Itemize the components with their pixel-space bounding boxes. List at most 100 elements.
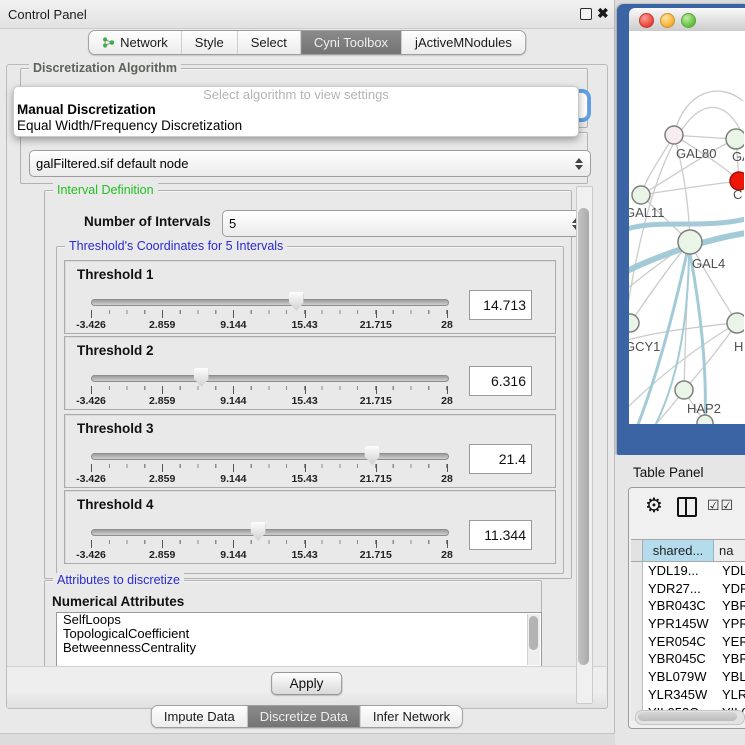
gear-icon[interactable]: ⚙ — [645, 493, 663, 518]
minimize-traffic-light-icon[interactable] — [660, 13, 675, 28]
tab-impute-data[interactable]: Impute Data — [152, 706, 248, 727]
float-window-icon[interactable] — [580, 8, 592, 20]
slider-tick-label: 28 — [441, 473, 453, 485]
network-node[interactable] — [675, 381, 693, 399]
slider-handle[interactable] — [289, 292, 304, 311]
number-of-intervals-combobox[interactable]: 5 — [222, 210, 588, 237]
tab-network-label: Network — [120, 35, 168, 50]
slider-handle[interactable] — [365, 446, 380, 465]
slider-tick-label: -3.426 — [76, 549, 106, 561]
network-window-titlebar — [629, 8, 745, 32]
algorithm-option-equal-width[interactable]: Equal Width/Frequency Discretization — [14, 118, 578, 134]
threshold-value-field[interactable]: 6.316 — [469, 366, 532, 396]
close-traffic-light-icon[interactable] — [639, 13, 654, 28]
thresholds-group-label: Threshold's Coordinates for 5 Intervals — [65, 239, 287, 253]
table-cell-shared-name[interactable]: YPR145W — [643, 615, 718, 633]
south-strip: Apply — [7, 666, 606, 708]
table-cell-name[interactable]: YLR3 — [718, 686, 745, 704]
interval-definition-group-label: Interval Definition — [53, 183, 158, 197]
threshold-value-field[interactable]: 14.713 — [469, 290, 532, 320]
network-node[interactable] — [632, 186, 650, 204]
slider-track[interactable] — [91, 453, 449, 460]
settings-scrollbar-thumb[interactable] — [578, 208, 589, 665]
tab-infer-network[interactable]: Infer Network — [361, 706, 462, 727]
network-node-label: GCY1 — [629, 339, 660, 354]
attribute-item[interactable]: SelfLoops — [57, 613, 541, 627]
table-row[interactable]: YER054C YER0 — [631, 633, 745, 651]
network-node[interactable] — [665, 126, 683, 144]
network-node[interactable] — [727, 313, 744, 333]
table-cell-name[interactable]: YBL0 — [718, 668, 745, 686]
threshold-slider[interactable]: -3.4262.8599.14415.4321.71528 — [91, 297, 447, 331]
close-icon[interactable]: ✖ — [597, 5, 609, 22]
algorithm-dropdown-popup: Select algorithm to view settings Manual… — [13, 86, 579, 137]
threshold-label: Threshold 1 — [77, 267, 154, 282]
apply-button[interactable]: Apply — [271, 672, 343, 695]
table-cell-name[interactable]: YBR0 — [718, 650, 745, 668]
table-data-combobox[interactable]: galFiltered.sif default node — [29, 150, 591, 177]
table-hscrollbar-thumb[interactable] — [638, 712, 737, 721]
tab-network[interactable]: Network — [89, 31, 182, 54]
checkbox-icons[interactable]: ☑☑ — [707, 497, 734, 514]
table-row[interactable]: YDR27... YDR2 — [631, 580, 745, 598]
discretization-algorithm-group-label: Discretization Algorithm — [29, 61, 181, 75]
slider-track[interactable] — [91, 375, 449, 382]
split-view-icon[interactable] — [677, 497, 697, 517]
slider-handle[interactable] — [194, 368, 209, 387]
algorithm-option-manual[interactable]: Manual Discretization — [14, 102, 578, 118]
tab-cyni-toolbox[interactable]: Cyni Toolbox — [301, 31, 402, 54]
attribute-item[interactable]: TopologicalCoefficient — [57, 627, 541, 641]
tab-jactivemnodules[interactable]: jActiveMNodules — [402, 31, 525, 54]
slider-tick-label: 28 — [441, 549, 453, 561]
table-cell-name[interactable]: YER0 — [718, 633, 745, 651]
table-cell-name[interactable]: YDL1 — [718, 562, 745, 580]
network-graph: GAL80GACGAL11GAL4GCY1HHAP2 — [629, 31, 744, 424]
network-node[interactable] — [678, 230, 702, 254]
network-node-label: GAL80 — [676, 146, 716, 161]
table-cell-shared-name[interactable]: YBL079W — [643, 668, 718, 686]
network-canvas[interactable]: GAL80GACGAL11GAL4GCY1HHAP2 — [629, 31, 745, 424]
slider-ticks — [91, 310, 447, 318]
table-header-shared-name[interactable]: shared... — [643, 540, 714, 561]
table-row[interactable]: YPR145W YPR1 — [631, 615, 745, 633]
attributes-scrollbar-thumb[interactable] — [529, 616, 538, 650]
network-icon — [102, 36, 115, 49]
table-cell-name[interactable]: YPR1 — [718, 615, 745, 633]
table-cell-shared-name[interactable]: YBR043C — [643, 597, 718, 615]
attributes-group-label: Attributes to discretize — [53, 573, 184, 587]
network-node[interactable] — [697, 415, 713, 424]
threshold-value-field[interactable]: 21.4 — [469, 444, 532, 474]
table-cell-shared-name[interactable]: YER054C — [643, 633, 718, 651]
threshold-panel: Threshold 1 -3.4262.8599.14415.4321.7152… — [64, 260, 556, 334]
threshold-slider[interactable]: -3.4262.8599.14415.4321.71528 — [91, 527, 447, 561]
table-cell-shared-name[interactable]: YBR045C — [643, 650, 718, 668]
table-row[interactable]: YBL079W YBL0 — [631, 668, 745, 686]
table-cell-name[interactable]: YDR2 — [718, 580, 745, 598]
network-node[interactable] — [726, 129, 744, 149]
table-cell-shared-name[interactable]: YLR345W — [643, 686, 718, 704]
attribute-item[interactable]: BetweennessCentrality — [57, 641, 541, 655]
tab-select[interactable]: Select — [238, 31, 301, 54]
slider-handle[interactable] — [251, 522, 266, 541]
zoom-traffic-light-icon[interactable] — [681, 13, 696, 28]
slider-track[interactable] — [91, 299, 449, 306]
tab-style[interactable]: Style — [182, 31, 238, 54]
network-view-window: GAL80GACGAL11GAL4GCY1HHAP2 — [617, 4, 745, 455]
threshold-slider[interactable]: -3.4262.8599.14415.4321.71528 — [91, 451, 447, 485]
table-cell-shared-name[interactable]: YDL19... — [643, 562, 718, 580]
table-row[interactable]: YBR045C YBR0 — [631, 650, 745, 668]
threshold-value-field[interactable]: 11.344 — [469, 520, 532, 550]
threshold-slider[interactable]: -3.4262.8599.14415.4321.71528 — [91, 373, 447, 407]
table-cell-shared-name[interactable]: YDR27... — [643, 580, 718, 598]
table-row[interactable]: YLR345W YLR3 — [631, 686, 745, 704]
network-node[interactable] — [629, 314, 639, 332]
table-row[interactable]: YBR043C YBR0 — [631, 597, 745, 615]
slider-track[interactable] — [91, 529, 449, 536]
tab-discretize-data[interactable]: Discretize Data — [248, 706, 361, 727]
table-row[interactable]: YDL19... YDL1 — [631, 562, 745, 580]
slider-tick-label: 21.715 — [360, 549, 392, 561]
table-header-name[interactable]: na — [714, 540, 745, 561]
bottom-tab-bar: Impute Data Discretize Data Infer Networ… — [151, 705, 463, 728]
control-panel-window: Control Panel ✖ Network Style Select Cyn… — [0, 0, 615, 734]
table-cell-name[interactable]: YBR0 — [718, 597, 745, 615]
